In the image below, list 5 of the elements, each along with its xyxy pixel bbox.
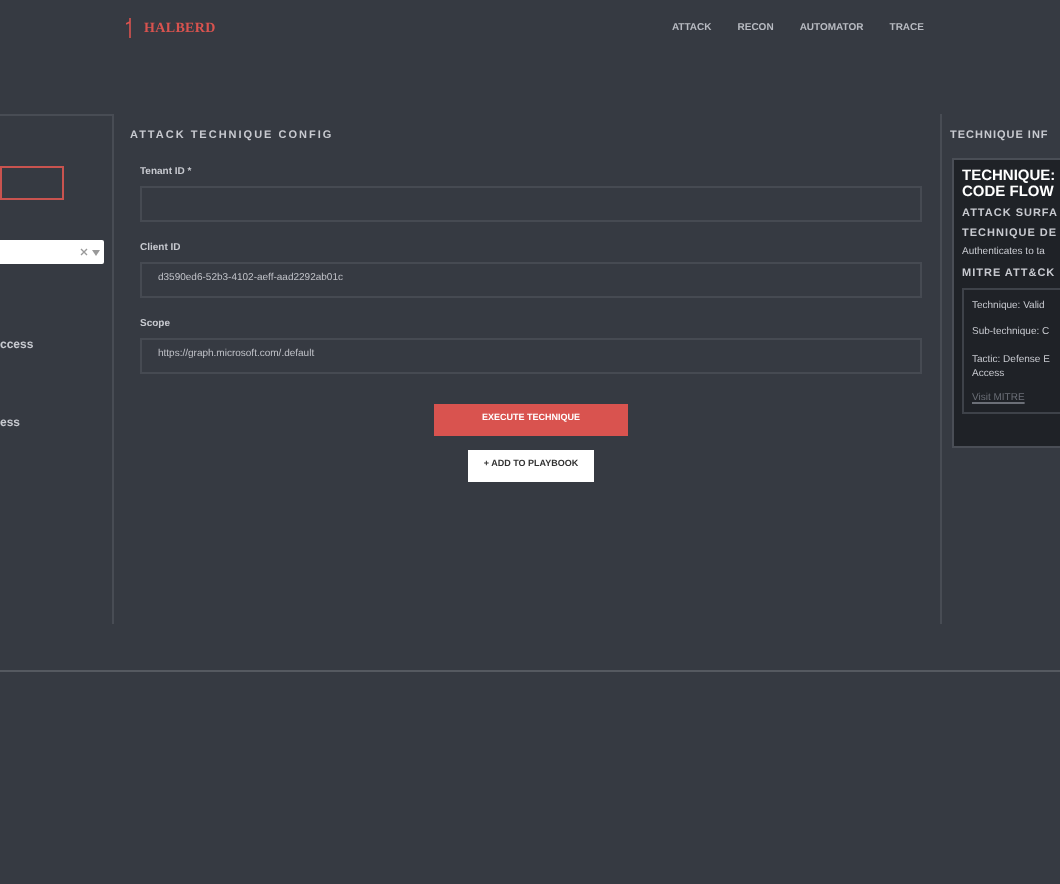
search-field[interactable] — [0, 166, 64, 200]
halberd-icon — [126, 18, 134, 39]
clear-icon[interactable] — [80, 248, 88, 256]
select-field[interactable] — [0, 240, 104, 264]
caret-icon[interactable] — [92, 249, 100, 255]
